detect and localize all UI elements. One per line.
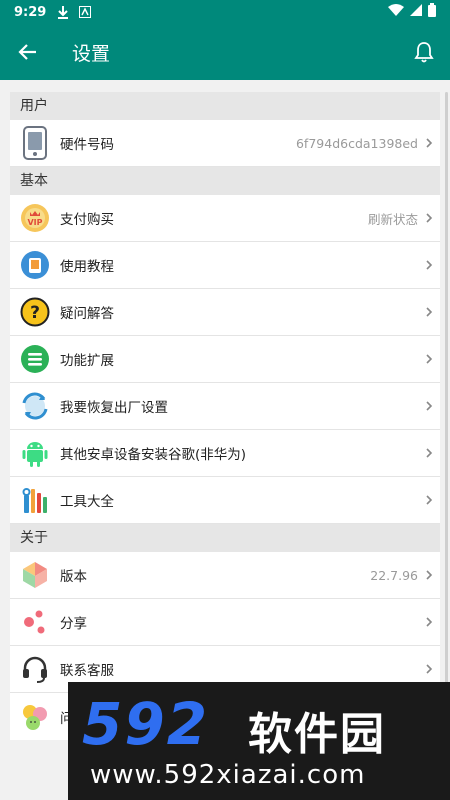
version-cube-icon (10, 552, 60, 599)
chevron-right-icon (418, 195, 440, 242)
app-bar: 设置 (0, 24, 450, 80)
watermark-digits: 592 (82, 690, 210, 758)
settings-row-label: 分享 (60, 616, 87, 632)
chevron-right-icon (418, 383, 440, 430)
chevron-right-icon (418, 552, 440, 599)
svg-text:VIP: VIP (27, 218, 42, 227)
wifi-icon (388, 4, 404, 20)
signal-icon (410, 4, 422, 20)
chevron-right-icon (418, 242, 440, 289)
settings-row-label: 我要恢复出厂设置 (60, 400, 168, 416)
section-header-user: 用户 (10, 92, 440, 120)
settings-row-label: 工具大全 (60, 494, 114, 510)
phone-icon (10, 120, 60, 167)
settings-row-label: 硬件号码 (60, 137, 114, 153)
settings-row-share[interactable]: 分享 (10, 599, 440, 646)
app-notification-icon (78, 5, 92, 19)
chevron-right-icon (418, 599, 440, 646)
reset-icon (10, 383, 60, 430)
settings-row-extensions[interactable]: 功能扩展 (10, 336, 440, 383)
android-icon (10, 430, 60, 477)
settings-row-toolbox[interactable]: 工具大全 (10, 477, 440, 524)
settings-row-tutorial[interactable]: 使用教程 (10, 242, 440, 289)
arrow-left-icon (18, 44, 36, 60)
settings-row-version[interactable]: 版本 22.7.96 (10, 552, 440, 599)
section-header-basic: 基本 (10, 167, 440, 195)
notifications-button[interactable] (398, 24, 450, 80)
chevron-right-icon (418, 120, 440, 167)
chevron-right-icon (418, 430, 440, 477)
status-bar: 9:29 (0, 0, 450, 24)
hardware-id-value: 6f794d6cda1398ed (295, 135, 418, 151)
settings-row-purchase[interactable]: VIP 支付购买 刷新状态 (10, 195, 440, 242)
settings-row-label: 支付购买 (60, 212, 114, 228)
download-icon (56, 5, 70, 19)
tools-icon (10, 477, 60, 524)
settings-row-label: 功能扩展 (60, 353, 114, 369)
chevron-right-icon (418, 289, 440, 336)
chevron-right-icon (418, 477, 440, 524)
watermark-url: www.592xiazai.com (90, 760, 366, 790)
svg-text:?: ? (30, 303, 40, 323)
scrollbar[interactable] (445, 92, 448, 742)
settings-row-install-google[interactable]: 其他安卓设备安装谷歌(非华为) (10, 430, 440, 477)
battery-icon (428, 3, 436, 21)
tutorial-icon (10, 242, 60, 289)
settings-row-label: 联系客服 (60, 663, 114, 679)
settings-list: 用户 硬件号码 6f794d6cda1398ed 基本 VIP 支付购买 刷新状… (10, 92, 440, 740)
page-title: 设置 (72, 42, 111, 65)
version-value: 22.7.96 (370, 567, 418, 583)
headset-icon (10, 646, 60, 693)
chevron-right-icon (418, 336, 440, 383)
share-icon (10, 599, 60, 646)
settings-row-faq[interactable]: ? 疑问解答 (10, 289, 440, 336)
back-button[interactable] (0, 24, 56, 80)
watermark-brand: 软件园 (248, 709, 386, 760)
settings-row-factory-reset[interactable]: 我要恢复出厂设置 (10, 383, 440, 430)
settings-row-label: 其他安卓设备安装谷歌(非华为) (60, 447, 247, 463)
vip-badge-icon: VIP (10, 195, 60, 242)
status-time: 9:29 (14, 4, 47, 20)
menu-list-icon (10, 336, 60, 383)
site-watermark: 592 软件园 www.592xiazai.com (68, 682, 450, 800)
settings-row-label: 疑问解答 (60, 306, 114, 322)
question-icon: ? (10, 289, 60, 336)
section-header-about: 关于 (10, 524, 440, 552)
settings-row-label: 版本 (60, 569, 87, 585)
bell-icon (414, 42, 434, 63)
refresh-status-link[interactable]: 刷新状态 (368, 209, 418, 228)
settings-row-label: 使用教程 (60, 259, 114, 275)
feedback-faces-icon (10, 693, 60, 740)
settings-row-hardware-id[interactable]: 硬件号码 6f794d6cda1398ed (10, 120, 440, 167)
